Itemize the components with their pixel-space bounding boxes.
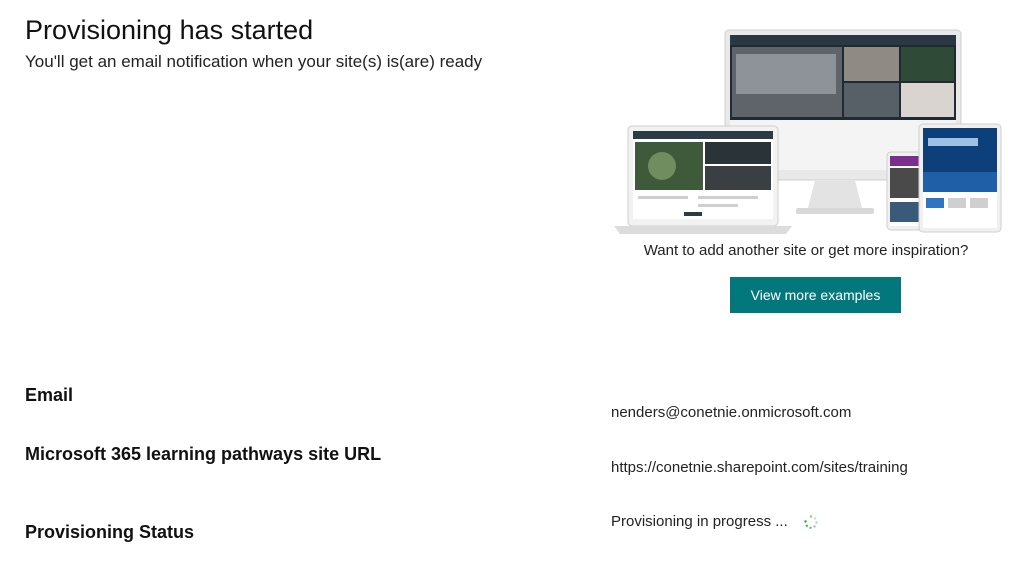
provisioning-status-value: Provisioning in progress ... — [611, 513, 788, 530]
page-subtitle: You'll get an email notification when yo… — [25, 52, 483, 71]
laptop-graphic — [614, 125, 792, 234]
provisioning-status-label: Provisioning Status — [25, 522, 195, 542]
page-title: Provisioning has started — [25, 15, 314, 45]
promo-caption: Want to add another site or get more ins… — [643, 242, 969, 259]
site-examples-illustration — [614, 29, 1002, 234]
email-value: nenders@conetnie.onmicrosoft.com — [611, 404, 852, 421]
email-label: Email — [25, 385, 74, 405]
site-url-label: Microsoft 365 learning pathways site URL — [25, 444, 382, 464]
tablet-graphic — [918, 123, 1002, 233]
spinner-icon — [804, 515, 818, 529]
view-more-examples-button[interactable]: View more examples — [730, 277, 901, 313]
phone-graphic — [886, 151, 924, 231]
site-url-value: https://conetnie.sharepoint.com/sites/tr… — [611, 459, 908, 476]
